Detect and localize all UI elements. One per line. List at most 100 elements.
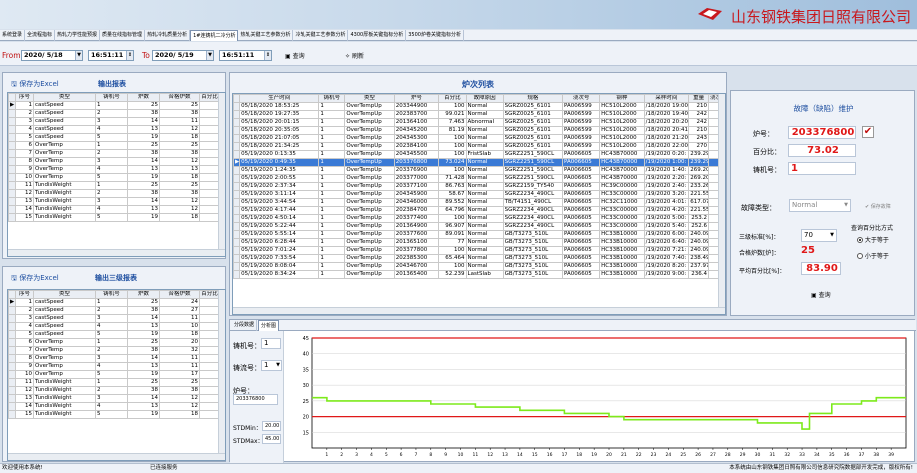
table-row[interactable]: 2 castSpeed 2 38 38 <box>8 109 220 118</box>
tab-4[interactable]: 热轧冷轧质量分析 <box>145 30 191 41</box>
column-header[interactable]: 序号 <box>15 93 34 102</box>
column-header[interactable]: 合格炉数 <box>159 93 200 102</box>
table-row[interactable]: 05/19/2020 7:01:24 1 OverTempUp 203377800 10… <box>233 246 720 255</box>
table-row[interactable]: 05/18/2020 19:27:35 1 OverTempUp 202383700 9… <box>233 110 720 119</box>
std-select[interactable]: 70 ▼ <box>801 229 837 242</box>
column-header[interactable]: 铸机号 <box>95 93 128 102</box>
table-row[interactable]: 13 TundisWeight 3 14 12 <box>8 197 220 206</box>
row-selector[interactable] <box>8 141 16 150</box>
table-row[interactable]: 5 castSpeed 5 19 18 <box>8 330 220 339</box>
row-selector[interactable] <box>8 181 16 190</box>
tab-1[interactable]: 全流程指标 <box>25 30 56 41</box>
row-selector[interactable] <box>8 362 16 371</box>
le-radio[interactable]: 小于等于 <box>857 251 889 260</box>
table-row[interactable]: 6 OverTemp 1 25 20 <box>8 338 220 347</box>
table-row[interactable]: 05/19/2020 1:24:35 1 OverTempUp 203376900 10… <box>233 166 720 175</box>
furnace-field[interactable]: 203376800 <box>788 126 856 139</box>
column-header[interactable]: 浇次 <box>707 94 720 103</box>
row-selector[interactable] <box>8 117 16 126</box>
column-header[interactable]: 类型 <box>344 94 395 103</box>
table-row[interactable]: 14 TundisWeight 4 13 12 <box>8 205 220 214</box>
column-header[interactable]: 百分比 <box>199 93 220 102</box>
heat-list-grid[interactable]: 生产时间铸机号类型炉号百分比故障原因规格浇次号钢种采样时间重量浇次05/18/2… <box>232 93 726 315</box>
tab-analysis-chart[interactable]: 分析图 <box>258 320 280 331</box>
row-selector[interactable] <box>8 306 16 315</box>
table-row[interactable]: 2 castSpeed 2 38 27 <box>8 306 220 315</box>
row-selector[interactable] <box>8 370 16 379</box>
tab-5[interactable]: 1#连铸机二冷分析 <box>190 30 239 41</box>
table-row[interactable]: 8 OverTemp 3 14 11 <box>8 354 220 363</box>
column-header[interactable]: 生产时间 <box>239 94 320 103</box>
save-excel-button[interactable]: 🖫 保存为Excel <box>11 79 59 91</box>
flow-select[interactable]: 1 ▼ <box>261 360 282 371</box>
tab-7[interactable]: 冷轧关键工艺参数分析 <box>293 30 349 41</box>
row-selector[interactable] <box>8 386 16 395</box>
table-row[interactable]: 05/19/2020 0:13:35 1 OverTempUp 204345500 10… <box>233 150 720 159</box>
tab-segment-data[interactable]: 分段数据 <box>232 320 258 331</box>
column-header[interactable]: 百分比 <box>199 290 220 299</box>
column-header[interactable]: 铸机号 <box>318 94 346 103</box>
row-selector[interactable] <box>8 109 16 118</box>
column-header[interactable]: 炉号 <box>393 94 440 103</box>
table-row[interactable]: 05/19/2020 7:33:54 1 OverTempUp 202385300 65… <box>233 254 720 263</box>
row-selector[interactable] <box>8 410 16 419</box>
row-selector[interactable] <box>8 354 16 363</box>
table-row[interactable]: ▶ 1 castSpeed 1 25 25 <box>8 101 220 110</box>
tab-9[interactable]: 3500炉卷关键指标分析 <box>406 30 464 41</box>
tab-2[interactable]: 热轧力学性能预报 <box>55 30 101 41</box>
row-selector[interactable]: ▶ <box>233 158 241 167</box>
column-header[interactable]: 重量 <box>688 94 709 103</box>
column-header[interactable]: 类型 <box>33 290 96 299</box>
from-time-field[interactable]: 16:51:11 ⇕ <box>88 50 134 61</box>
table-row[interactable]: 05/19/2020 2:00:55 1 OverTempUp 203377000 71… <box>233 174 720 183</box>
table-row[interactable]: 11 TundisWeight 1 25 25 <box>8 181 220 190</box>
caster-field[interactable]: 1 <box>788 162 856 175</box>
ge-radio[interactable]: 大于等于 <box>857 235 889 244</box>
row-selector[interactable] <box>8 378 16 387</box>
row-selector[interactable] <box>8 173 16 182</box>
row-selector[interactable] <box>8 394 16 403</box>
table-row[interactable]: 7 OverTemp 2 38 32 <box>8 346 220 355</box>
table-row[interactable]: 12 TundisWeight 2 38 38 <box>8 189 220 198</box>
table-row[interactable]: 05/18/2020 20:35:05 1 OverTempUp 204345200 8… <box>233 126 720 135</box>
right-query-button[interactable]: ▣ 查询 <box>811 290 831 299</box>
column-header[interactable]: 炉数 <box>127 93 160 102</box>
to-date-picker[interactable]: 2020/ 5/19 ▼ <box>152 50 214 61</box>
caster-field-2[interactable]: 1 <box>261 338 281 349</box>
column-header[interactable]: 类型 <box>33 93 96 102</box>
table-row[interactable]: 3 castSpeed 3 14 11 <box>8 314 220 323</box>
table-row[interactable]: 05/19/2020 3:11:14 1 OverTempUp 204345900 58… <box>233 190 720 199</box>
column-header[interactable]: 钢种 <box>599 94 645 103</box>
table-row[interactable]: 05/18/2020 20:01:15 1 OverTempUp 201364100 7… <box>233 118 720 127</box>
table-row[interactable]: 05/19/2020 2:37:34 1 OverTempUp 203377100 86… <box>233 182 720 191</box>
row-selector[interactable] <box>8 338 16 347</box>
level3-report-grid[interactable]: 序号 类型 铸机号 炉数 合格炉数 百分比 ▶ 1 castSpeed 1 25 24 2 castSpe… <box>7 289 226 461</box>
fault-type-select[interactable]: Normal ▼ <box>789 199 851 212</box>
column-header[interactable]: 百分比 <box>438 94 467 103</box>
row-selector[interactable] <box>8 149 16 158</box>
row-selector[interactable] <box>8 213 16 222</box>
to-time-field[interactable]: 16:51:11 ⇕ <box>219 50 272 61</box>
column-header[interactable]: 规格 <box>502 94 564 103</box>
table-row[interactable]: ▶ 1 castSpeed 1 25 24 <box>8 298 220 307</box>
avg-percent-field[interactable]: 83.90 <box>801 262 841 275</box>
furnace-field-2[interactable]: 203376800 <box>233 394 278 405</box>
table-row[interactable]: 05/19/2020 5:55:14 1 OverTempUp 203377600 89… <box>233 230 720 239</box>
row-selector[interactable]: ▶ <box>8 101 16 110</box>
row-selector[interactable] <box>8 125 16 134</box>
vertical-scrollbar[interactable] <box>218 93 225 256</box>
table-row[interactable]: 12 TundisWeight 2 38 38 <box>8 386 220 395</box>
save-fault-button[interactable]: ✔ 保存故障 <box>865 203 891 210</box>
row-selector[interactable] <box>8 314 16 323</box>
table-row[interactable]: 05/19/2020 3:44:54 1 OverTempUp 204346000 89… <box>233 198 720 207</box>
table-row[interactable]: 6 OverTemp 1 25 25 <box>8 141 220 150</box>
table-row[interactable]: 05/19/2020 5:22:44 1 OverTempUp 201364900 96… <box>233 222 720 231</box>
table-row[interactable]: 9 OverTemp 4 13 13 <box>8 165 220 174</box>
row-selector[interactable] <box>8 197 16 206</box>
table-row[interactable]: 05/18/2020 18:53:25 1 OverTempUp 203344900 1… <box>233 102 720 111</box>
column-header[interactable]: 采样时间 <box>643 94 690 103</box>
tab-0[interactable]: 系统登录 <box>0 30 26 41</box>
vertical-scrollbar[interactable] <box>218 290 225 460</box>
horizontal-scrollbar[interactable] <box>8 453 225 460</box>
table-row[interactable]: 4 castSpeed 4 13 10 <box>8 322 220 331</box>
